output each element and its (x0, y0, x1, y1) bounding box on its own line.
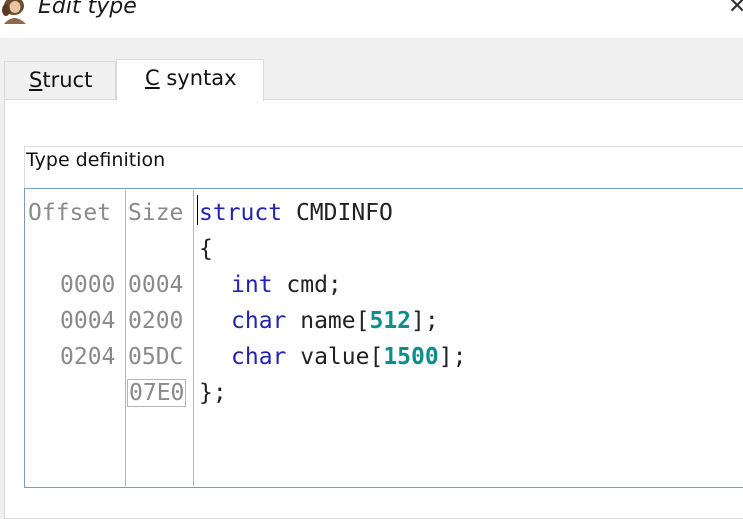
code-keyword: char (231, 308, 287, 334)
code-line: struct CMDINFO (199, 195, 393, 231)
tab-struct-label: truct (42, 68, 93, 92)
code-punctuation: ]; (411, 308, 439, 334)
tab-struct-mnemonic: S (29, 68, 43, 92)
code-line: { (199, 236, 213, 262)
size-cell: 05DC (128, 344, 184, 370)
code-line: char value[1500]; (231, 339, 466, 375)
code-text: value[ (286, 344, 384, 370)
text-caret (197, 195, 198, 225)
title-bar: Edit type ✕ (0, 0, 743, 38)
offset-cell: 0000 (60, 272, 116, 298)
code-keyword: struct (199, 200, 283, 226)
group-label: Type definition (26, 149, 166, 171)
size-total-cell: 07E0 (127, 375, 187, 411)
close-icon[interactable]: ✕ (728, 0, 743, 19)
code-line: int cmd; (231, 267, 342, 303)
code-text: name[ (286, 308, 370, 334)
code-keyword: char (231, 344, 287, 370)
code-line: }; (199, 380, 227, 406)
tab-struct[interactable]: Struct (4, 61, 116, 99)
portrait-icon (2, 0, 26, 24)
code-number: 1500 (383, 344, 439, 370)
size-cell: 0004 (128, 272, 184, 298)
code-text: CMDINFO (282, 200, 393, 226)
window-title: Edit type (38, 0, 137, 19)
gutter-divider-offset (125, 190, 126, 486)
tab-c-syntax[interactable]: C syntax (116, 59, 264, 101)
code-text: cmd; (272, 272, 342, 298)
code-punctuation: ]; (438, 344, 467, 370)
offset-cell: 0004 (60, 308, 116, 334)
size-column-header: Size (128, 200, 184, 226)
tab-c-syntax-label: syntax (159, 66, 237, 90)
code-number: 512 (369, 308, 412, 334)
gutter-divider-size (193, 190, 194, 486)
tab-c-syntax-mnemonic: C (145, 66, 160, 90)
offset-column-header: Offset (28, 200, 112, 226)
code-line: char name[512]; (231, 303, 439, 339)
size-total-value: 07E0 (127, 379, 187, 407)
offset-cell: 0204 (60, 344, 116, 370)
size-cell: 0200 (128, 308, 184, 334)
code-keyword: int (231, 272, 273, 298)
